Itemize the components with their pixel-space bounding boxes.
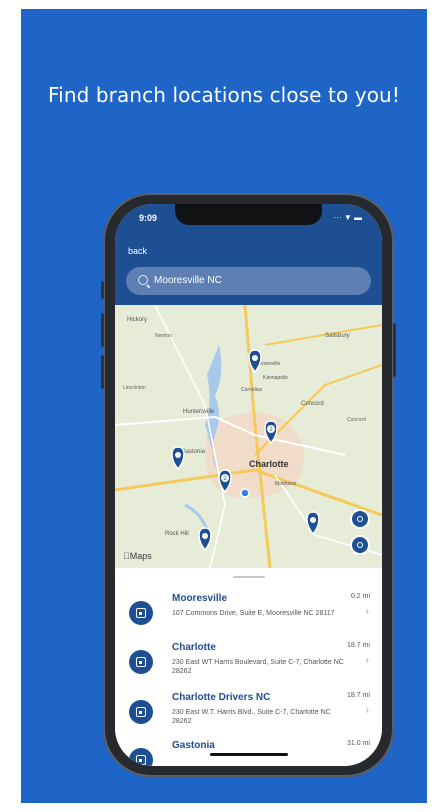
branch-icon — [129, 650, 153, 674]
map-label: Hickory — [127, 317, 147, 323]
map-label: Concord — [347, 417, 366, 423]
recenter-button[interactable] — [350, 535, 370, 555]
branch-icon — [129, 748, 153, 766]
back-button[interactable]: back — [128, 246, 147, 256]
chevron-right-icon: › — [365, 705, 369, 716]
chevron-right-icon: › — [365, 655, 369, 666]
location-name: Charlotte — [172, 642, 216, 653]
location-distance: 0.2 mi — [350, 593, 370, 600]
maps-attribution: Maps — [123, 551, 152, 561]
map-label: Newton — [155, 333, 172, 339]
sheet-grabber[interactable] — [233, 576, 265, 578]
map-label: Kannapolis — [263, 375, 288, 381]
location-name: Mooresville — [172, 593, 228, 604]
map-label: Salisbury — [325, 333, 350, 339]
mute-switch — [101, 281, 104, 299]
map-view[interactable]: Hickory Newton Salisbury Mooresville Kan… — [115, 305, 382, 568]
status-icons: ··· ▼ ▬ — [333, 213, 362, 222]
location-distance: 18.7 mi — [347, 692, 370, 699]
location-distance: 18.7 mi — [347, 642, 370, 649]
map-pin[interactable] — [171, 446, 185, 471]
phone-frame: 9:09 ··· ▼ ▬ back Mooresville NC Hickory… — [101, 193, 396, 777]
location-row[interactable]: Charlotte Drivers NC 230 East W.T. Harri… — [115, 688, 382, 740]
location-row[interactable]: Gastonia 31.0 mi — [115, 736, 382, 766]
map-label: Charlotte — [249, 459, 289, 469]
current-location-dot — [240, 488, 250, 498]
search-bar[interactable]: Mooresville NC — [126, 267, 371, 295]
map-pin[interactable] — [198, 527, 212, 552]
volume-down-button — [101, 355, 104, 389]
location-arrow-icon — [357, 516, 363, 522]
location-name: Charlotte Drivers NC — [172, 692, 271, 703]
branch-icon — [129, 700, 153, 724]
chevron-right-icon: › — [365, 606, 369, 617]
status-time: 9:09 — [139, 213, 158, 223]
map-canvas: Hickory Newton Salisbury Mooresville Kan… — [115, 305, 382, 568]
location-row[interactable]: Charlotte 230 East WT Harris Boulevard, … — [115, 638, 382, 690]
location-arrow-button[interactable] — [350, 509, 370, 529]
home-indicator — [210, 753, 288, 756]
volume-up-button — [101, 313, 104, 347]
map-label: Cornelius — [241, 387, 263, 393]
location-address: 230 East WT Harris Boulevard, Suite C-7,… — [172, 659, 344, 675]
phone-notch — [175, 204, 322, 225]
app-screen: 9:09 ··· ▼ ▬ back Mooresville NC Hickory… — [115, 204, 382, 766]
map-label: Huntersville — [183, 409, 215, 415]
promo-panel: Find branch locations close to you! 9:09… — [21, 9, 427, 803]
location-row[interactable]: Mooresville 107 Commons Drive, Suite E, … — [115, 589, 382, 641]
map-label: Rock Hill — [165, 531, 189, 537]
branch-icon — [129, 601, 153, 625]
location-address: 107 Commons Drive, Suite E, Mooresville … — [172, 610, 335, 617]
search-icon — [138, 275, 148, 285]
location-name: Gastonia — [172, 740, 215, 751]
location-address: 230 East W.T. Harris Blvd., Suite C-7, C… — [172, 709, 331, 725]
locations-sheet: Mooresville 107 Commons Drive, Suite E, … — [115, 568, 382, 766]
headline: Find branch locations close to you! — [48, 83, 400, 107]
location-distance: 31.0 mi — [347, 740, 370, 747]
map-label: Lincolnton — [123, 385, 146, 391]
search-input[interactable]: Mooresville NC — [154, 275, 222, 286]
map-label: Concord — [301, 401, 324, 407]
recenter-icon — [357, 542, 363, 548]
map-pin[interactable] — [306, 511, 320, 536]
map-label: Matthews — [275, 481, 297, 487]
power-button — [393, 323, 396, 377]
